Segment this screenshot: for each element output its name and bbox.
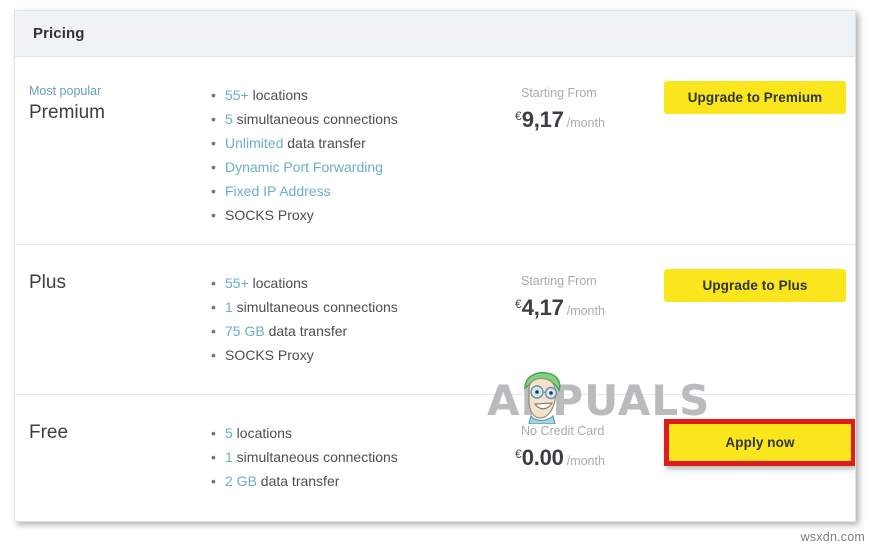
price-caption: Starting From [521, 274, 597, 288]
plan-cta-button[interactable]: Upgrade to Plus [664, 269, 846, 302]
plan-cta-button[interactable]: Upgrade to Premium [664, 81, 846, 114]
price-line: €0.00/month [507, 440, 662, 475]
price-period: /month [566, 304, 605, 318]
feature-highlight: 55+ [225, 87, 249, 103]
feature-text: locations [232, 425, 292, 441]
plan-features-cell: 5 locations1 simultaneous connections2 G… [187, 395, 507, 493]
feature-item: 2 GB data transfer [211, 469, 507, 493]
most-popular-badge: Most popular [29, 84, 102, 98]
plan-title: Free [29, 422, 69, 443]
feature-text: data transfer [256, 473, 340, 489]
price-caption: Starting From [521, 86, 597, 100]
plan-cta-cell: Upgrade to Plus [662, 245, 855, 302]
plan-price-cell: Starting From €4,17/month [507, 245, 662, 325]
feature-item: Fixed IP Address [211, 179, 507, 203]
price-amount: 4,17 [521, 295, 564, 320]
plan-cta-cell: Apply now [662, 395, 855, 466]
cta-annotation-highlight: Apply now [664, 419, 855, 466]
currency-symbol: € [515, 109, 522, 123]
page-title: Pricing [33, 25, 85, 42]
feature-item: Unlimited data transfer [211, 131, 507, 155]
currency-symbol: € [515, 297, 522, 311]
feature-item: SOCKS Proxy [211, 343, 507, 367]
feature-highlight: Fixed IP Address [225, 183, 331, 199]
plan-name-cell: Free [15, 395, 187, 445]
feature-item: Dynamic Port Forwarding [211, 155, 507, 179]
feature-item: SOCKS Proxy [211, 203, 507, 227]
plan-title: Plus [29, 272, 66, 293]
plan-price-cell: No Credit Card €0.00/month [507, 395, 662, 475]
plan-price-cell: Starting From €9,17/month [507, 57, 662, 137]
feature-highlight: 5 [225, 111, 233, 127]
feature-item: 1 simultaneous connections [211, 445, 507, 469]
feature-item: 5 simultaneous connections [211, 107, 507, 131]
plan-title: Premium [29, 102, 106, 123]
feature-text: SOCKS Proxy [225, 207, 314, 223]
feature-item: 55+ locations [211, 83, 507, 107]
plan-name-cell: Most popular Premium [15, 57, 187, 125]
plan-row: Plus55+ locations1 simultaneous connecti… [15, 245, 855, 395]
plan-row: Free5 locations1 simultaneous connection… [15, 395, 855, 521]
plan-cta-cell: Upgrade to Premium [662, 57, 855, 114]
feature-item: 5 locations [211, 421, 507, 445]
feature-highlight: 1 [225, 299, 233, 315]
plan-features-cell: 55+ locations1 simultaneous connections7… [187, 245, 507, 367]
feature-item: 55+ locations [211, 271, 507, 295]
feature-highlight: 1 [225, 449, 233, 465]
feature-text: simultaneous connections [232, 111, 398, 127]
feature-highlight: 75 GB [225, 323, 265, 339]
plan-row: Most popularPremium55+ locations5 simult… [15, 57, 855, 245]
plan-name-cell: Plus [15, 245, 187, 295]
price-caption: No Credit Card [521, 424, 605, 438]
feature-list: 5 locations1 simultaneous connections2 G… [187, 421, 507, 493]
price-period: /month [566, 116, 605, 130]
price-line: €4,17/month [507, 290, 662, 325]
panel-header: Pricing [15, 11, 855, 57]
feature-text: simultaneous connections [232, 449, 398, 465]
feature-text: data transfer [264, 323, 348, 339]
pricing-panel: Pricing Most popular Premium 55+ locations… [14, 10, 856, 522]
feature-highlight: 5 [225, 425, 233, 441]
feature-text: locations [248, 87, 308, 103]
feature-item: 75 GB data transfer [211, 319, 507, 343]
price-amount: 0.00 [521, 445, 564, 470]
plans-container: Most popularPremium55+ locations5 simult… [15, 57, 855, 521]
feature-highlight: Dynamic Port Forwarding [225, 159, 383, 175]
plan-features-cell: 55+ locations5 simultaneous connectionsU… [187, 57, 507, 227]
feature-highlight: 2 GB [225, 473, 257, 489]
price-line: €9,17/month [507, 102, 662, 137]
plan-cta-button[interactable]: Apply now [674, 429, 846, 456]
feature-text: SOCKS Proxy [225, 347, 314, 363]
feature-list: 55+ locations1 simultaneous connections7… [187, 271, 507, 367]
feature-highlight: Unlimited [225, 135, 284, 151]
site-tag: wsxdn.com [800, 530, 865, 544]
feature-item: 1 simultaneous connections [211, 295, 507, 319]
price-amount: 9,17 [521, 107, 564, 132]
feature-text: simultaneous connections [232, 299, 398, 315]
feature-text: locations [248, 275, 308, 291]
feature-text: data transfer [283, 135, 366, 151]
feature-list: 55+ locations5 simultaneous connectionsU… [187, 83, 507, 227]
feature-highlight: 55+ [225, 275, 249, 291]
currency-symbol: € [515, 447, 522, 461]
price-period: /month [566, 454, 605, 468]
